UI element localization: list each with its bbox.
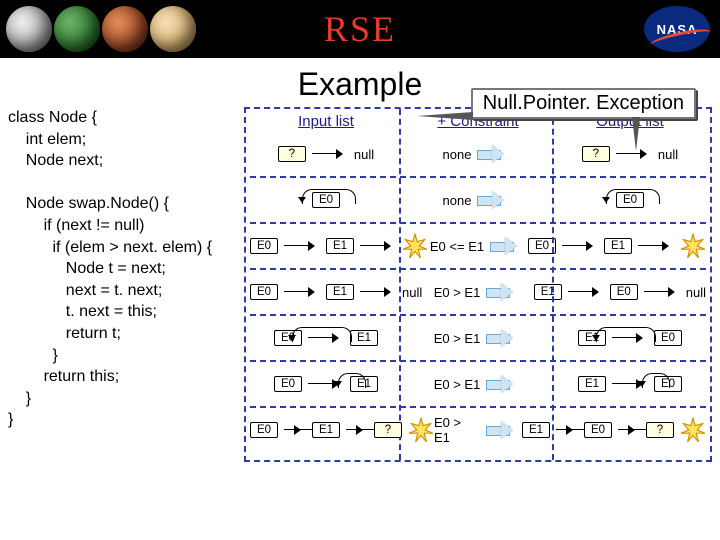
constraint-le: E0 <= E1: [430, 239, 484, 254]
table-row: E0 E1 null E0 > E1 E1 E0 null: [250, 268, 706, 314]
arrow-icon: [284, 425, 306, 435]
fat-arrow-icon: [486, 330, 522, 346]
starburst-icon: [680, 233, 706, 259]
rse-logo: RSE: [324, 8, 396, 50]
question-node: ?: [646, 422, 674, 438]
question-node: ?: [278, 146, 306, 162]
arrow-icon: [346, 425, 368, 435]
fat-arrow-icon: [477, 146, 513, 162]
e1-node: E1: [604, 238, 632, 254]
self-loop-icon: [642, 373, 670, 388]
e0-node: E0: [250, 422, 278, 438]
e0-node: E0: [250, 238, 278, 254]
arrow-icon: [644, 287, 680, 297]
null-label: null: [658, 147, 678, 162]
saturn-icon: [150, 6, 196, 52]
null-label: null: [686, 285, 706, 300]
fat-arrow-icon: [477, 192, 513, 208]
header-band: RSE NASA: [0, 0, 720, 58]
self-loop-icon: [606, 189, 660, 204]
constraint-gt: E0 > E1: [434, 331, 481, 346]
table-row: E0 E1 E0 > E1 E1 E0: [250, 314, 706, 360]
planet-icons: [0, 6, 198, 52]
nasa-logo: NASA: [644, 6, 710, 52]
npe-callout: Null.Pointer. Exception: [471, 88, 696, 119]
e1-node: E1: [578, 376, 606, 392]
fat-arrow-icon: [486, 376, 522, 392]
e1-node: E1: [534, 284, 562, 300]
moon-icon: [6, 6, 52, 52]
arrow-icon: [284, 287, 320, 297]
e1-node: E1: [326, 238, 354, 254]
constraint-gt: E0 > E1: [434, 415, 480, 445]
fat-arrow-icon: [486, 284, 522, 300]
question-node: ?: [374, 422, 402, 438]
col-input: Input list: [250, 113, 402, 130]
table-row: E0 E1 ? E0 > E1 E1 E0 ?: [250, 406, 706, 452]
starburst-icon: [680, 417, 706, 443]
mars-icon: [102, 6, 148, 52]
arrow-icon: [360, 287, 396, 297]
code-listing: class Node { int elem; Node next; Node s…: [8, 107, 244, 462]
constraint-gt: E0 > E1: [434, 285, 481, 300]
e0-node: E0: [610, 284, 638, 300]
e0-node: E0: [584, 422, 612, 438]
arrow-icon: [638, 241, 674, 251]
table-row: E0 E1 E0 > E1 E1 E0: [250, 360, 706, 406]
constraint-gt: E0 > E1: [434, 377, 481, 392]
null-label: null: [402, 285, 422, 300]
e1-node: E1: [522, 422, 550, 438]
arrow-icon: [312, 149, 348, 159]
e1-node: E1: [312, 422, 340, 438]
starburst-icon: [402, 233, 428, 259]
earth-icon: [54, 6, 100, 52]
table-row: E0 none E0: [250, 176, 706, 222]
table-row: E0 E1 E0 <= E1 E0 E1: [250, 222, 706, 268]
execution-table: Input list + Constraint Output list ? nu…: [244, 107, 712, 462]
e0-node: E0: [528, 238, 556, 254]
null-label: null: [354, 147, 374, 162]
arrow-icon: [568, 287, 604, 297]
constraint-none: none: [443, 147, 472, 162]
arrow-icon: [618, 425, 640, 435]
self-loop-icon: [338, 373, 366, 388]
e0-node: E0: [250, 284, 278, 300]
e0-node: E0: [654, 330, 682, 346]
arrow-icon: [556, 425, 578, 435]
self-loop-icon: [302, 189, 356, 204]
e0-node: E0: [274, 376, 302, 392]
starburst-icon: [408, 417, 434, 443]
question-node: ?: [582, 146, 610, 162]
e1-node: E1: [326, 284, 354, 300]
constraint-none: none: [443, 193, 472, 208]
fat-arrow-icon: [486, 422, 522, 438]
arrow-icon: [360, 241, 396, 251]
back-loop-icon: [292, 327, 352, 342]
back-loop-icon: [596, 327, 656, 342]
e1-node: E1: [350, 330, 378, 346]
arrow-icon: [284, 241, 320, 251]
arrow-icon: [562, 241, 598, 251]
fat-arrow-icon: [490, 238, 526, 254]
